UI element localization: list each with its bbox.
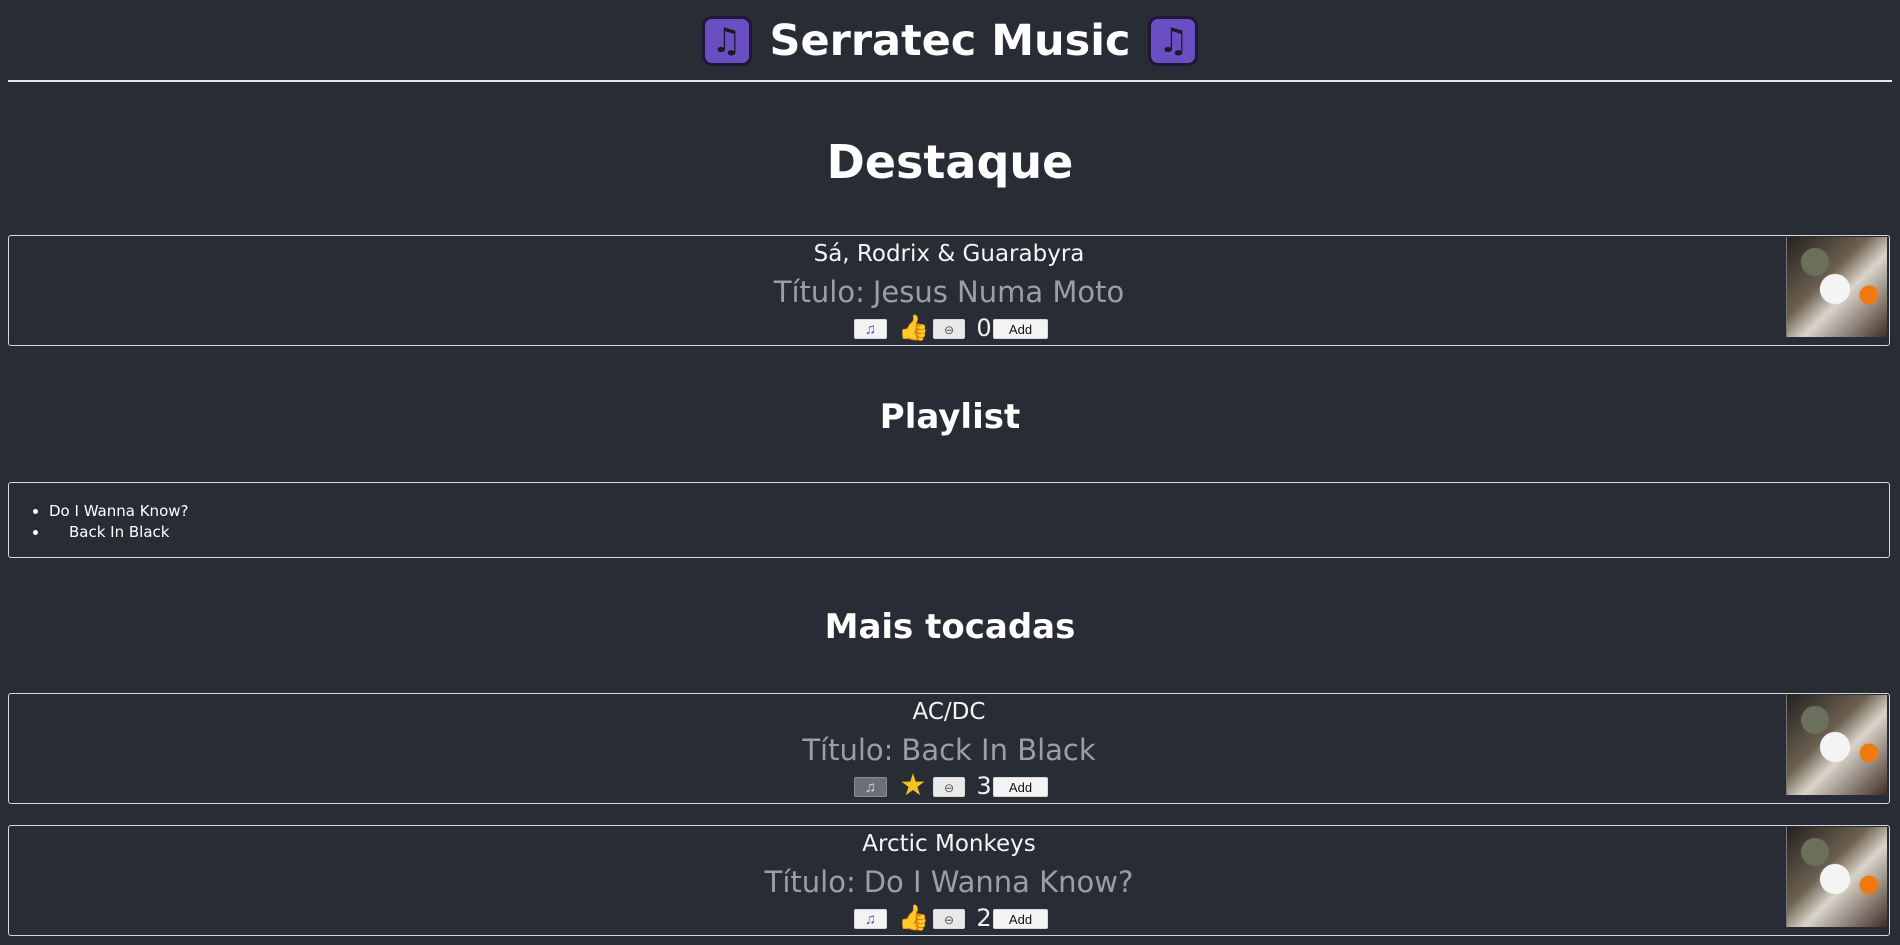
- app-header: ♫ Serratec Music ♫: [0, 0, 1900, 82]
- vote-count: 3: [976, 772, 992, 800]
- song-title-value: Do I Wanna Know?: [863, 865, 1134, 899]
- section-heading-playlist: Playlist: [879, 397, 1021, 437]
- vote-count: 0: [976, 314, 992, 342]
- song-title-prefix: Título:: [802, 733, 894, 767]
- music-note-icon: ♫: [701, 16, 752, 66]
- song-title-value: Back In Black: [901, 733, 1096, 767]
- vote-count: 2: [976, 904, 992, 932]
- add-button-label: Add: [1008, 780, 1033, 795]
- song-controls: ♫ 👍 ⊖ 0 Add: [854, 314, 1048, 342]
- header-divider: [8, 80, 1892, 82]
- remove-button[interactable]: ⊖: [933, 777, 965, 797]
- section-heading-mais-tocadas: Mais tocadas: [824, 607, 1076, 647]
- remove-button[interactable]: ⊖: [933, 319, 965, 339]
- app-title-text: Serratec Music: [769, 16, 1131, 66]
- playlist-list: Do I Wanna Know? Back In Black: [49, 501, 188, 543]
- playlist-box: Do I Wanna Know? Back In Black: [8, 482, 1890, 558]
- album-cover: [1786, 827, 1887, 927]
- song-title-value: Jesus Numa Moto: [872, 275, 1125, 309]
- star-icon[interactable]: ★: [898, 771, 928, 801]
- featured-song-card: Sá, Rodrix & Guarabyra Título: Jesus Num…: [8, 235, 1890, 346]
- playlist-item: Do I Wanna Know?: [49, 501, 188, 522]
- add-button-label: Add: [1008, 322, 1033, 337]
- song-title: Título: Do I Wanna Know?: [9, 863, 1889, 901]
- music-note-icon: ♫: [1148, 16, 1199, 66]
- artist-name: AC/DC: [912, 699, 986, 725]
- play-button[interactable]: ♫: [854, 777, 887, 797]
- playlist-item-label: Back In Black: [69, 523, 170, 541]
- most-played-song-card: Arctic Monkeys Título: Do I Wanna Know? …: [8, 825, 1890, 936]
- song-title: Título: Jesus Numa Moto: [9, 273, 1889, 311]
- song-title-prefix: Título:: [764, 865, 856, 899]
- add-button[interactable]: Add: [993, 777, 1048, 797]
- thumbs-up-icon[interactable]: 👍: [898, 314, 929, 342]
- song-controls: ♫ ★ ⊖ 3 Add: [854, 771, 1048, 801]
- artist-name: Arctic Monkeys: [862, 831, 1036, 857]
- play-button[interactable]: ♫: [854, 909, 887, 929]
- remove-button[interactable]: ⊖: [933, 909, 965, 929]
- most-played-song-card: AC/DC Título: Back In Black ♫ ★ ⊖ 3 Add: [8, 693, 1890, 804]
- add-button[interactable]: Add: [993, 319, 1048, 339]
- section-heading-destaque: Destaque: [826, 135, 1074, 189]
- song-title-prefix: Título:: [773, 275, 865, 309]
- app-title: ♫ Serratec Music ♫: [0, 12, 1900, 70]
- song-title: Título: Back In Black: [9, 731, 1889, 769]
- add-button-label: Add: [1008, 912, 1033, 927]
- playlist-item: Back In Black: [49, 522, 188, 543]
- album-cover: [1786, 237, 1887, 337]
- add-button[interactable]: Add: [993, 909, 1048, 929]
- playlist-item-label: Do I Wanna Know?: [49, 502, 189, 520]
- album-cover: [1786, 695, 1887, 795]
- play-button[interactable]: ♫: [854, 319, 887, 339]
- thumbs-up-icon[interactable]: 👍: [898, 904, 929, 932]
- song-controls: ♫ 👍 ⊖ 2 Add: [854, 904, 1048, 932]
- artist-name: Sá, Rodrix & Guarabyra: [813, 241, 1085, 267]
